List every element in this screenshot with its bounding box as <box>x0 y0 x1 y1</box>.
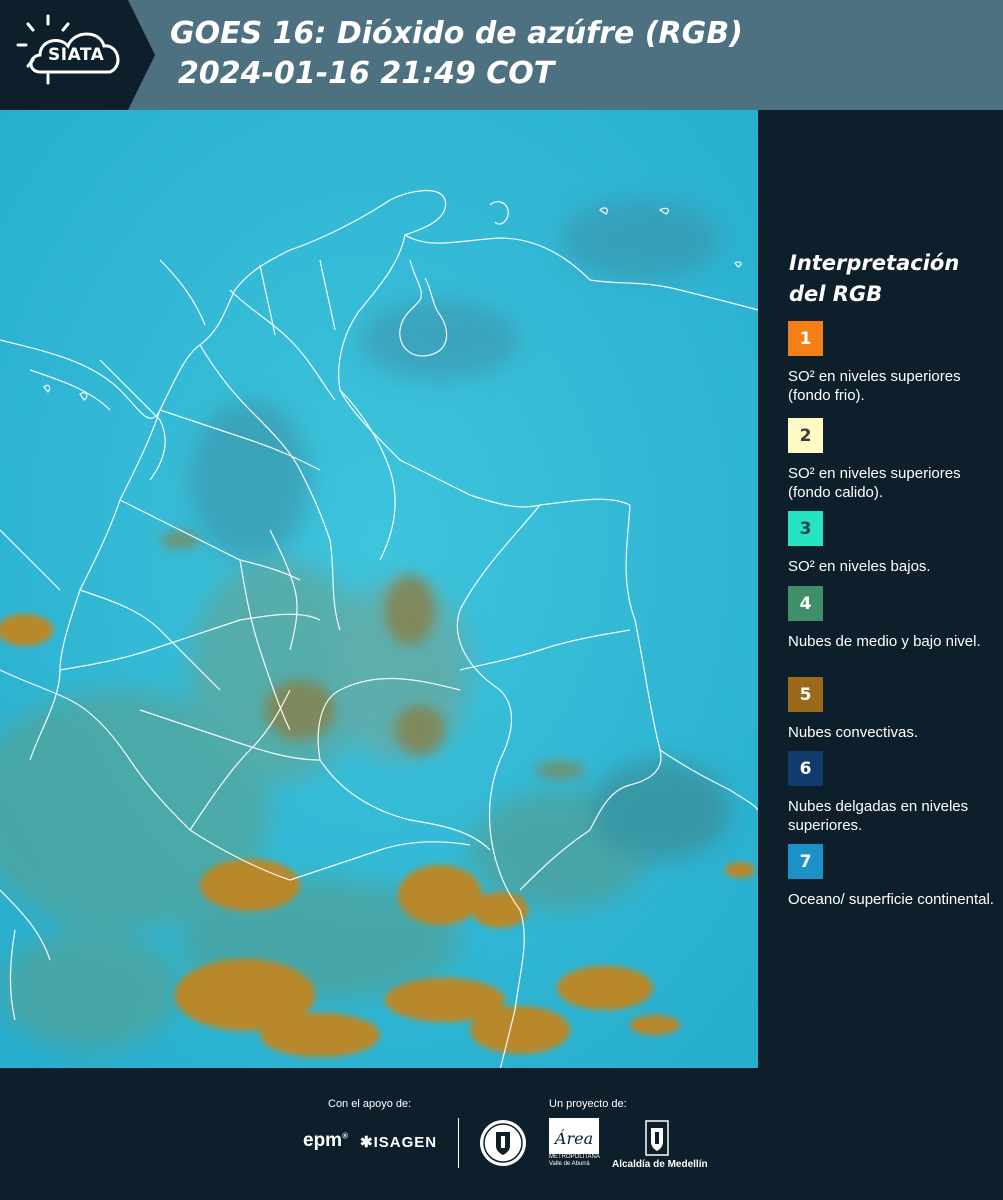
legend-item-6: 6 Nubes delgadas en niveles superiores. <box>788 751 998 835</box>
legend-text-7: Oceano/ superficie continental. <box>788 891 994 908</box>
legend-swatch-5: 5 <box>788 677 823 712</box>
project-label: Un proyecto de: <box>549 1098 627 1110</box>
legend-item-3: 3 SO² en niveles bajos. <box>788 511 998 576</box>
legend-title-line2: del RGB <box>789 282 883 306</box>
isagen-logo: ✱ISAGEN <box>360 1133 437 1151</box>
epm-logo: epm® <box>303 1130 348 1151</box>
svg-text:Área: Área <box>553 1128 593 1148</box>
legend-text-4: Nubes de medio y bajo nivel. <box>788 633 981 650</box>
legend-swatch-6: 6 <box>788 751 823 786</box>
legend-title: Interpretación del RGB <box>789 248 989 310</box>
footer-divider <box>458 1118 459 1168</box>
legend-swatch-1: 1 <box>788 321 823 356</box>
area-metropolitana-subtitle: METROPOLITANA Valle de Aburrá <box>549 1154 600 1167</box>
satellite-map <box>0 110 758 1070</box>
page-timestamp: 2024-01-16 21:49 COT <box>178 56 555 91</box>
legend-item-7: 7 Oceano/ superficie continental. <box>788 844 998 909</box>
isagen-logo-text: ISAGEN <box>373 1134 438 1151</box>
isagen-mark-icon: ✱ <box>360 1134 374 1151</box>
support-label: Con el apoyo de: <box>328 1098 412 1110</box>
siata-logo: SIATA <box>0 0 155 110</box>
legend-item-4: 4 Nubes de medio y bajo nivel. <box>788 586 998 651</box>
legend-item-1: 1 SO² en niveles superiores (fondo frio)… <box>788 321 998 405</box>
medellin-seal-icon <box>478 1118 528 1172</box>
legend-item-2: 2 SO² en niveles superiores (fondo calid… <box>788 418 998 502</box>
legend-swatch-3: 3 <box>788 511 823 546</box>
legend-text-5: Nubes convectivas. <box>788 724 919 741</box>
legend-swatch-7: 7 <box>788 844 823 879</box>
legend-text-2: SO² en niveles superiores (fondo calido)… <box>788 465 961 501</box>
alcaldia-label: Alcaldía de Medellín <box>612 1159 708 1170</box>
footer-bar: Con el apoyo de: Un proyecto de: epm® ✱I… <box>0 1068 1003 1200</box>
legend-text-6: Nubes delgadas en niveles superiores. <box>788 798 969 834</box>
legend-text-1: SO² en niveles superiores (fondo frio). <box>788 368 961 404</box>
legend-text-3: SO² en niveles bajos. <box>788 558 931 575</box>
header-bar: SIATA GOES 16: Dióxido de azúfre (RGB) 2… <box>0 0 1003 110</box>
epm-logo-text: epm <box>303 1130 343 1151</box>
legend-title-line1: Interpretación <box>789 251 960 275</box>
siata-logo-text: SIATA <box>48 45 105 65</box>
legend-panel: Interpretación del RGB 1 SO² en niveles … <box>758 110 1003 1068</box>
page-title: GOES 16: Dióxido de azúfre (RGB) <box>170 16 743 51</box>
legend-swatch-2: 2 <box>788 418 823 453</box>
alcaldia-shield-icon <box>645 1120 669 1160</box>
legend-item-5: 5 Nubes convectivas. <box>788 677 998 742</box>
legend-swatch-4: 4 <box>788 586 823 621</box>
